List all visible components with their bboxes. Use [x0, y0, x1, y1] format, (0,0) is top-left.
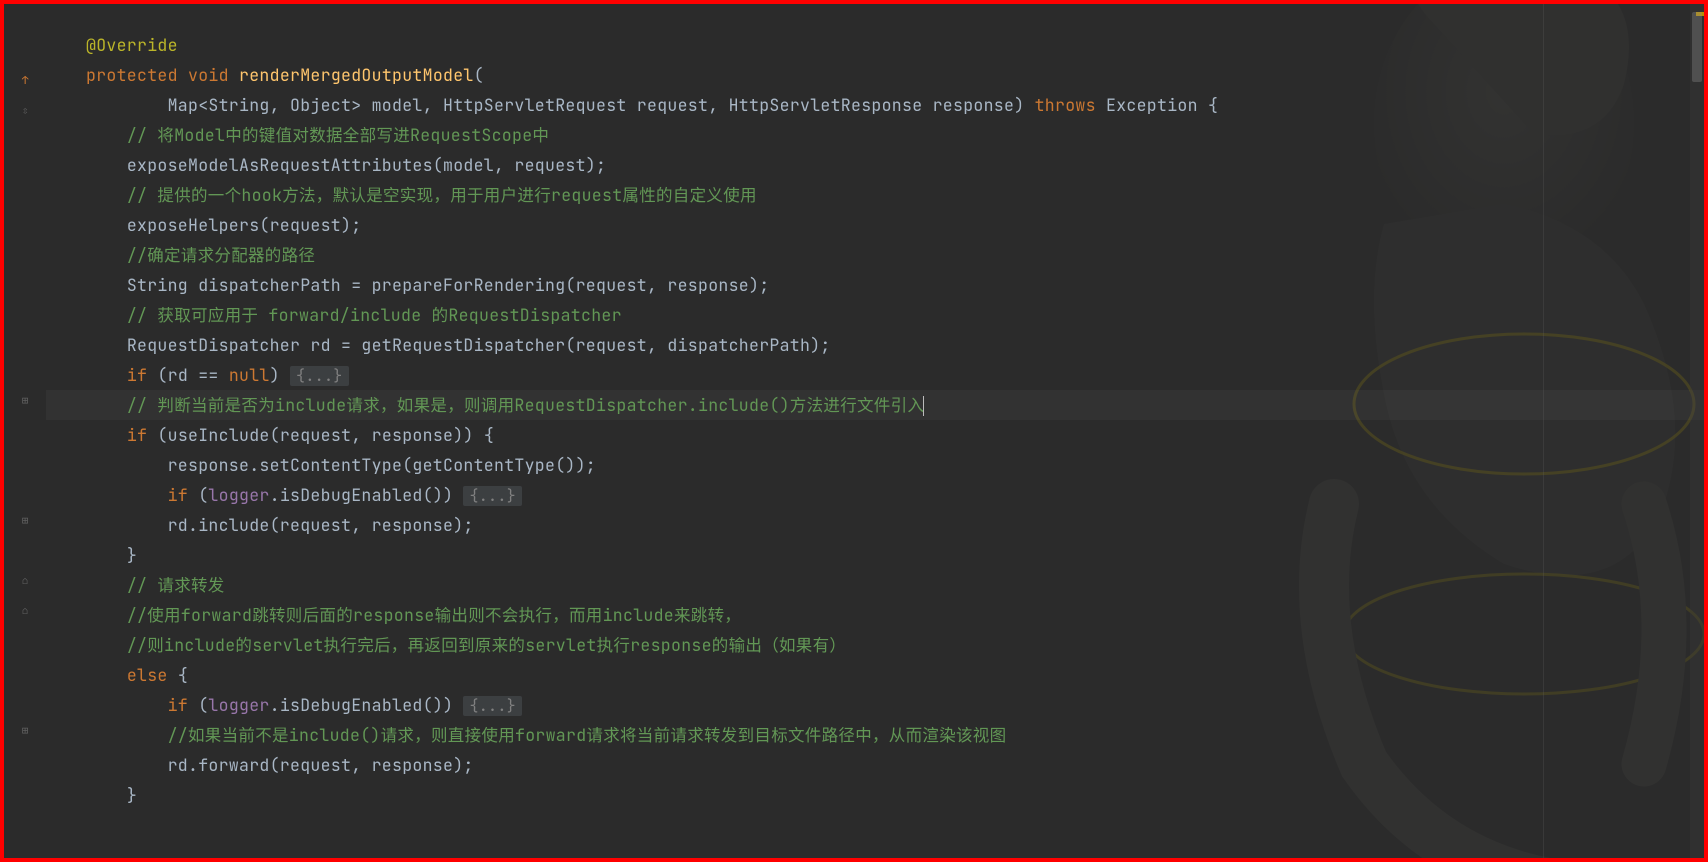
- code-line[interactable]: else {: [46, 660, 1704, 690]
- comment: // 获取可应用于 forward/include 的RequestDispat…: [127, 304, 622, 326]
- code-text: exposeHelpers(request);: [127, 214, 362, 236]
- code-text: response.setContentType(getContentType()…: [168, 454, 596, 476]
- code-line[interactable]: }: [46, 780, 1704, 810]
- code-text: String dispatcherPath = prepareForRender…: [127, 274, 770, 296]
- field: logger: [208, 484, 269, 506]
- code-area[interactable]: @Override protected void renderMergedOut…: [46, 4, 1704, 858]
- comment: //使用forward跳转则后面的response输出则不会执行，而用inclu…: [127, 604, 741, 626]
- keyword: if: [168, 694, 188, 716]
- code-line[interactable]: if (useInclude(request, response)) {: [46, 420, 1704, 450]
- code-content[interactable]: @Override protected void renderMergedOut…: [46, 30, 1704, 810]
- code-line[interactable]: }: [46, 540, 1704, 570]
- field: logger: [208, 694, 269, 716]
- code-line[interactable]: // 获取可应用于 forward/include 的RequestDispat…: [46, 300, 1704, 330]
- code-line[interactable]: //则include的servlet执行完后，再返回到原来的servlet执行r…: [46, 630, 1704, 660]
- code-line[interactable]: response.setContentType(getContentType()…: [46, 450, 1704, 480]
- comment: // 判断当前是否为include请求，如果是，则调用RequestDispat…: [127, 394, 924, 416]
- keyword: if: [168, 484, 188, 506]
- code-line[interactable]: String dispatcherPath = prepareForRender…: [46, 270, 1704, 300]
- keyword: void: [188, 64, 229, 86]
- code-line[interactable]: exposeHelpers(request);: [46, 210, 1704, 240]
- code-text: }: [127, 784, 137, 806]
- code-text: .isDebugEnabled()): [270, 694, 464, 716]
- code-line[interactable]: //使用forward跳转则后面的response输出则不会执行，而用inclu…: [46, 600, 1704, 630]
- code-text: exposeModelAsRequestAttributes(model, re…: [127, 154, 606, 176]
- keyword: if: [127, 424, 147, 446]
- code-text: RequestDispatcher rd = getRequestDispatc…: [127, 334, 831, 356]
- keyword: else: [127, 664, 168, 686]
- code-text: Map<String, Object> model, HttpServletRe…: [86, 94, 1035, 116]
- code-text: (: [188, 694, 208, 716]
- code-line[interactable]: Map<String, Object> model, HttpServletRe…: [46, 90, 1704, 120]
- code-line[interactable]: protected void renderMergedOutputModel(: [46, 60, 1704, 90]
- code-text: rd.include(request, response);: [168, 514, 474, 536]
- keyword: null: [229, 364, 270, 386]
- code-fold[interactable]: {...}: [290, 366, 349, 386]
- code-text: Exception {: [1096, 94, 1218, 116]
- code-editor[interactable]: ↑ ⇳ ⊞ ⊞ ⌂ ⌂ ⊞ @Override prote: [4, 4, 1704, 858]
- comment: // 提供的一个hook方法，默认是空实现，用于用户进行request属性的自定…: [127, 184, 757, 206]
- code-line-current[interactable]: // 判断当前是否为include请求，如果是，则调用RequestDispat…: [46, 390, 1704, 420]
- code-text: rd.forward(request, response);: [168, 754, 474, 776]
- scrollbar[interactable]: [1690, 4, 1704, 858]
- code-line[interactable]: @Override: [46, 30, 1704, 60]
- keyword: if: [127, 364, 147, 386]
- comment: // 请求转发: [127, 574, 225, 596]
- code-line[interactable]: // 将Model中的键值对数据全部写进RequestScope中: [46, 120, 1704, 150]
- override-icon[interactable]: ⇳: [22, 104, 29, 118]
- code-line[interactable]: exposeModelAsRequestAttributes(model, re…: [46, 150, 1704, 180]
- code-fold[interactable]: {...}: [463, 486, 522, 506]
- code-text: (rd ==: [147, 364, 229, 386]
- collapse-icon[interactable]: ⌂: [22, 604, 29, 618]
- code-text: {: [168, 664, 188, 686]
- code-text: (useInclude(request, response)) {: [147, 424, 494, 446]
- arrow-up-icon[interactable]: ↑: [22, 74, 29, 88]
- comment: // 将Model中的键值对数据全部写进RequestScope中: [127, 124, 549, 146]
- code-line[interactable]: if (logger.isDebugEnabled()) {...}: [46, 480, 1704, 510]
- comment: //如果当前不是include()请求，则直接使用forward请求将当前请求转…: [168, 724, 1007, 746]
- code-line[interactable]: rd.include(request, response);: [46, 510, 1704, 540]
- code-line[interactable]: //确定请求分配器的路径: [46, 240, 1704, 270]
- comment: //确定请求分配器的路径: [127, 244, 315, 266]
- scrollbar-thumb[interactable]: [1692, 12, 1702, 82]
- punct: (: [474, 64, 484, 86]
- code-text: (: [188, 484, 208, 506]
- expand-icon[interactable]: ⊞: [22, 394, 29, 408]
- code-line[interactable]: if (logger.isDebugEnabled()) {...}: [46, 690, 1704, 720]
- code-fold[interactable]: {...}: [463, 696, 522, 716]
- keyword: protected: [86, 64, 178, 86]
- code-line[interactable]: if (rd == null) {...}: [46, 360, 1704, 390]
- method-name: renderMergedOutputModel: [239, 64, 474, 86]
- expand-icon[interactable]: ⊞: [22, 514, 29, 528]
- gutter[interactable]: ↑ ⇳ ⊞ ⊞ ⌂ ⌂ ⊞: [4, 4, 46, 858]
- code-text: .isDebugEnabled()): [270, 484, 464, 506]
- text-caret: [923, 396, 924, 416]
- collapse-icon[interactable]: ⌂: [22, 574, 29, 588]
- code-text: }: [127, 544, 137, 566]
- expand-icon[interactable]: ⊞: [22, 724, 29, 738]
- code-line[interactable]: RequestDispatcher rd = getRequestDispatc…: [46, 330, 1704, 360]
- code-line[interactable]: //如果当前不是include()请求，则直接使用forward请求将当前请求转…: [46, 720, 1704, 750]
- code-line[interactable]: // 请求转发: [46, 570, 1704, 600]
- code-line[interactable]: rd.forward(request, response);: [46, 750, 1704, 780]
- code-text: ): [270, 364, 290, 386]
- comment: //则include的servlet执行完后，再返回到原来的servlet执行r…: [127, 634, 846, 656]
- keyword: throws: [1035, 94, 1096, 116]
- annotation: @Override: [86, 34, 178, 56]
- code-line[interactable]: // 提供的一个hook方法，默认是空实现，用于用户进行request属性的自定…: [46, 180, 1704, 210]
